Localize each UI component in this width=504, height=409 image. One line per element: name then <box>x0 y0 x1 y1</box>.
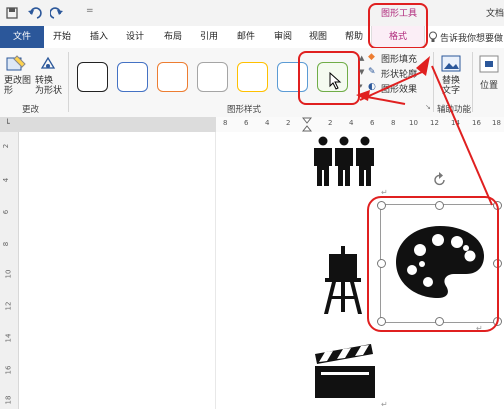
scroll-up-icon[interactable]: ▲ <box>359 54 364 62</box>
edit-shape-icon[interactable] <box>5 54 27 74</box>
ruler-tick: 2 <box>286 119 291 127</box>
tab-help[interactable]: 帮助 <box>341 26 367 48</box>
ruler-tick: 10 <box>409 119 418 127</box>
ruler-tick: 18 <box>4 395 13 405</box>
ruler-tick: 4 <box>265 119 270 127</box>
save-icon[interactable] <box>6 7 18 19</box>
style-swatch-3[interactable] <box>157 62 188 92</box>
customize-quick-access-icon[interactable]: = <box>86 6 94 16</box>
lightbulb-icon <box>429 31 437 42</box>
style-swatch-1[interactable] <box>77 62 108 92</box>
people-icon[interactable] <box>311 136 377 188</box>
style-swatch-2[interactable] <box>117 62 148 92</box>
tab-home[interactable]: 开始 <box>49 26 75 48</box>
ruler-tick: 4 <box>2 177 11 183</box>
shape-styles-group-label: 图形样式 <box>227 105 262 115</box>
position-icon[interactable] <box>478 54 500 74</box>
fill-icon: ◆ <box>368 52 375 62</box>
alt-text-button[interactable]: 替换 文字 <box>442 76 460 96</box>
highlight-format-tab <box>368 3 428 49</box>
tab-mailings[interactable]: 邮件 <box>233 26 259 48</box>
shape-fill-button[interactable]: 图形填充 <box>381 52 417 65</box>
tab-review[interactable]: 审阅 <box>270 26 296 48</box>
ruler-margin: └ <box>0 117 216 133</box>
horizontal-ruler[interactable]: 8 6 4 2 2 4 6 8 10 12 14 16 18 <box>216 117 504 133</box>
style-swatch-5[interactable] <box>237 62 268 92</box>
ruler-tick: 12 <box>430 119 439 127</box>
ruler-tick: 6 <box>370 119 375 127</box>
tab-layout[interactable]: 布局 <box>160 26 186 48</box>
accessibility-group-label: 辅助功能 <box>437 105 472 115</box>
pen-icon: ✎ <box>368 67 376 77</box>
ruler-tick: 8 <box>391 119 396 127</box>
highlight-selected-shape <box>367 196 499 332</box>
ruler-tick: 16 <box>4 365 13 375</box>
ruler-tick: 16 <box>472 119 481 127</box>
undo-icon[interactable] <box>27 6 47 20</box>
easel-icon[interactable] <box>320 246 366 314</box>
tab-design[interactable]: 设计 <box>122 26 148 48</box>
alt-text-icon[interactable] <box>440 54 462 74</box>
indent-marker-icon[interactable] <box>302 117 312 132</box>
clapperboard-icon[interactable] <box>313 342 377 398</box>
ruler-tick: 14 <box>4 333 13 343</box>
ruler-tick: 2 <box>328 119 333 127</box>
tab-file[interactable]: 文件 <box>0 26 44 48</box>
change-group-label: 更改 <box>22 105 40 115</box>
group-divider <box>433 52 434 112</box>
highlight-style-swatch <box>298 51 360 105</box>
dialog-launcher-icon[interactable]: ↘ <box>425 103 431 111</box>
ruler-tick: 6 <box>2 209 11 215</box>
shape-effects-button[interactable]: 图形效果 <box>381 82 417 95</box>
ribbon-tabs: 文件 开始 插入 设计 布局 引用 邮件 审阅 视图 帮助 格式 告诉我你想要做 <box>0 26 504 49</box>
ruler-tick: 14 <box>451 119 460 127</box>
ruler-tick: 18 <box>492 119 501 127</box>
redo-icon[interactable] <box>50 6 64 20</box>
more-styles-icon[interactable]: ▾ <box>359 82 363 90</box>
vertical-ruler[interactable]: 2 4 6 8 10 12 14 16 18 <box>0 132 19 409</box>
tell-me-search[interactable]: 告诉我你想要做 <box>440 31 503 44</box>
tab-selector-icon[interactable]: └ <box>5 119 10 128</box>
shape-outline-button[interactable]: 形状轮廓 <box>381 67 417 80</box>
ruler-tick: 8 <box>223 119 228 127</box>
title-bar: = 图形工具 文档 <box>0 0 504 26</box>
convert-to-shape-button[interactable]: 转换 为形状 <box>35 76 62 96</box>
paragraph-mark: ↵ <box>381 400 388 409</box>
ruler-tick: 10 <box>4 269 13 279</box>
group-divider <box>472 52 473 112</box>
style-swatch-4[interactable] <box>197 62 228 92</box>
position-button[interactable]: 位置 <box>480 78 498 91</box>
rotate-handle-icon[interactable] <box>432 172 448 188</box>
effects-icon: ◐ <box>368 82 376 92</box>
convert-shape-icon[interactable] <box>38 54 58 74</box>
ruler-tick: 2 <box>2 143 11 149</box>
document-margin-area <box>19 132 215 409</box>
group-divider <box>68 52 69 112</box>
ruler-tick: 6 <box>244 119 249 127</box>
tab-view[interactable]: 视图 <box>305 26 331 48</box>
scroll-down-icon[interactable]: ▼ <box>359 68 364 76</box>
ruler-tick: 12 <box>4 301 13 311</box>
edit-shape-button[interactable]: 更改图 形 <box>4 76 31 96</box>
ribbon: 更改图 形 转换 为形状 更改 ▲ ▼ ▾ 图形样式 ◆ 图形填充 ✎ 形状轮廓… <box>0 48 504 118</box>
ruler-tick: 8 <box>2 241 11 247</box>
tab-references[interactable]: 引用 <box>196 26 222 48</box>
title-right-text: 文档 <box>486 9 504 19</box>
tab-insert[interactable]: 插入 <box>86 26 112 48</box>
ruler-tick: 4 <box>349 119 354 127</box>
